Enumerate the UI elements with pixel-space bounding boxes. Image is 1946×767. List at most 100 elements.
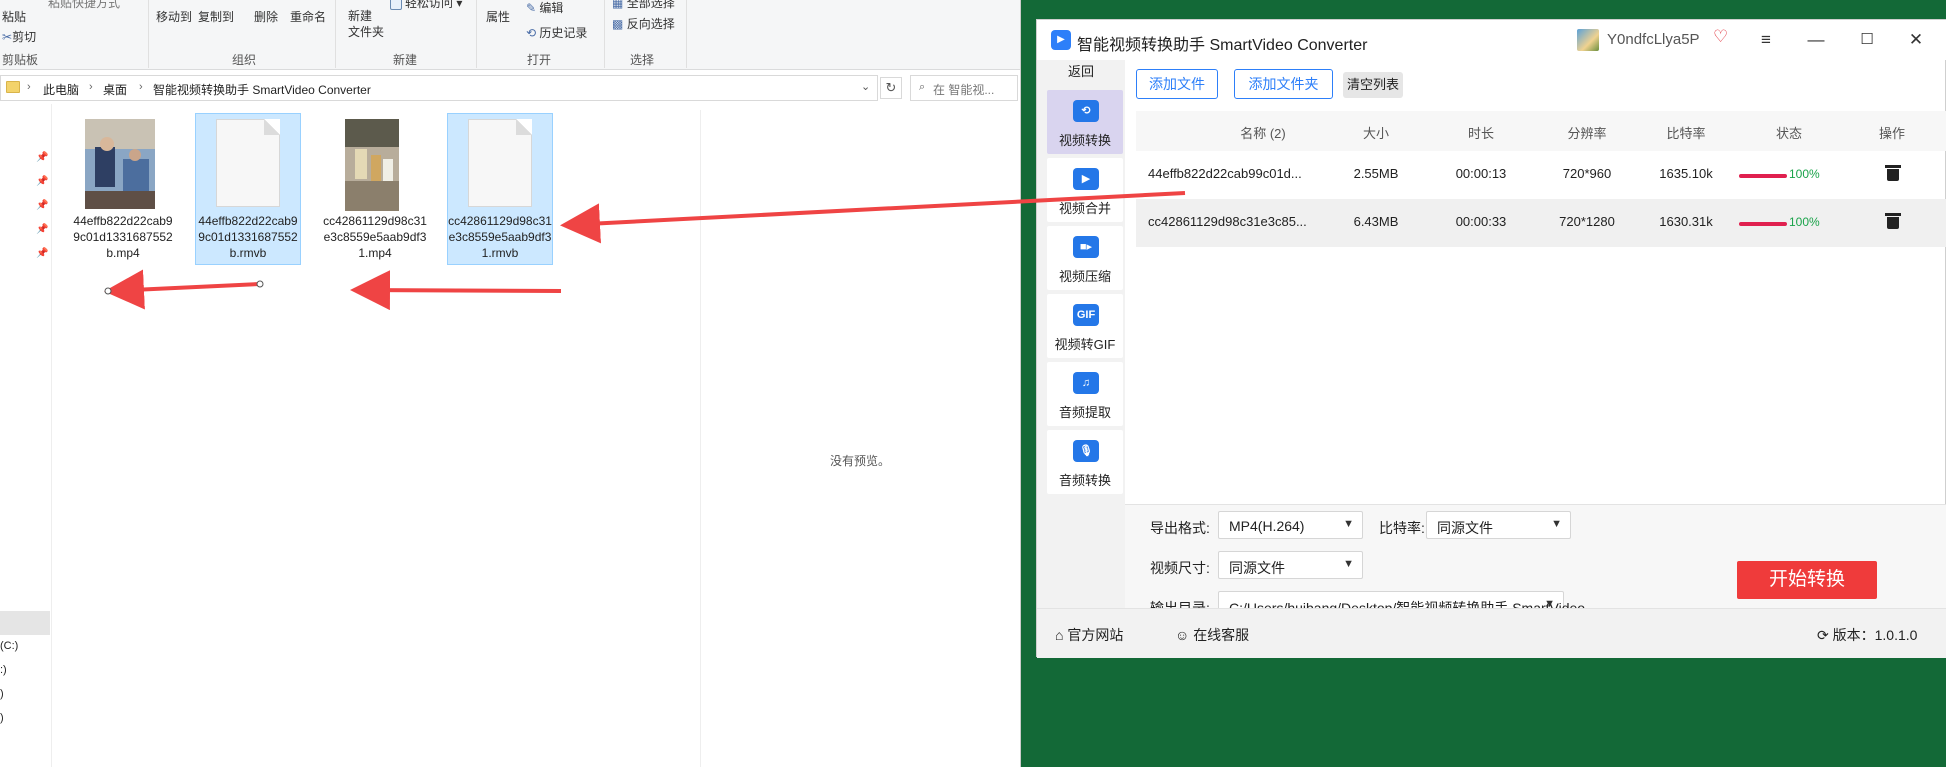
video-compress-icon: ■▸ [1073,236,1099,258]
file-item[interactable]: 44effb822d22cab99c01d1331687552b.mp4 [70,113,176,265]
preview-pane-divider [700,110,701,767]
clear-list-button[interactable]: 清空列表 [1343,72,1403,98]
caret-down-icon: ▼ [1551,518,1562,530]
progress-bar [1739,174,1787,178]
sidebar-item-label: 视频压缩 [1058,269,1111,284]
official-website-link[interactable]: ⌂ 官方网站 [1055,625,1123,645]
properties-button[interactable]: 属性 [486,8,510,25]
breadcrumb-this-pc[interactable]: 此电脑 [43,81,79,98]
select-all-button[interactable]: ▦ 全部选择 [612,0,675,11]
nav-item-selected[interactable] [0,611,50,635]
cell-name: cc42861129d98c31e3c85... [1148,214,1307,229]
music-note-icon: ♫ [1073,372,1099,394]
status-bar: ⌂ 官方网站 ☺ 在线客服 ⟳ 版本：1.0.1.0 [1037,608,1946,658]
invert-selection-icon: ▩ [612,17,624,31]
file-name: 44effb822d22cab99c01d1331687552b.mp4 [73,214,173,260]
headset-icon: ☺ [1175,627,1190,643]
cell-bitrate: 1630.31k [1659,214,1713,229]
home-icon: ⌂ [1055,627,1064,643]
sidebar-item-audio-extract[interactable]: ♫ 音频提取 [1047,362,1123,426]
invert-selection-button[interactable]: ▩ 反向选择 [612,15,675,32]
username[interactable]: Y0ndfcLlya5P [1607,31,1700,48]
nav-drive[interactable]: ) [0,712,4,724]
pin-icon: 📌 [36,248,49,259]
refresh-icon: ⟳ [1817,627,1829,643]
copy-to-button[interactable]: 复制到 [198,8,234,25]
edit-button[interactable]: ✎ 编辑 [526,0,563,16]
format-select[interactable]: MP4(H.264) ▼ [1218,511,1363,539]
delete-button[interactable]: 删除 [254,8,278,25]
file-item[interactable]: 44effb822d22cab99c01d1331687552b.rmvb [195,113,301,265]
address-bar[interactable]: › 此电脑 › 桌面 › 智能视频转换助手 SmartVideo Convert… [0,75,878,101]
menu-icon[interactable]: ≡ [1754,28,1778,52]
file-item[interactable]: cc42861129d98c31e3c8559e5aab9df31.rmvb [447,113,553,265]
column-header-duration[interactable]: 时长 [1441,123,1521,142]
title-bar: ▶ 智能视频转换助手 SmartVideo Converter Y0ndfcLl… [1037,20,1946,60]
maximize-button[interactable]: ☐ [1855,28,1879,52]
search-placeholder: 在 智能视... [933,83,995,97]
chevron-right-icon: › [89,81,93,93]
no-preview-text: 没有预览。 [830,454,891,468]
chevron-down-icon[interactable]: ⌄ [861,80,870,93]
video-thumbnail [345,119,399,211]
pin-icon: 📌 [36,200,49,211]
file-item[interactable]: cc42861129d98c31e3c8559e5aab9df31.mp4 [322,113,428,265]
version-info[interactable]: ⟳ 版本：1.0.1.0 [1817,625,1917,645]
trash-icon[interactable] [1885,165,1901,181]
table-row[interactable]: 44effb822d22cab99c01d... 2.55MB 00:00:13… [1136,151,1946,199]
column-header-name[interactable]: 名称 (2) [1198,123,1328,142]
column-header-size[interactable]: 大小 [1336,123,1416,142]
back-button[interactable]: 返回 [1037,60,1125,84]
ribbon-divider [148,0,149,68]
add-folder-button[interactable]: 添加文件夹 [1234,69,1333,99]
sidebar-item-video-convert[interactable]: ⟲ 视频转换 [1047,90,1123,154]
column-header-action: 操作 [1878,126,1905,141]
breadcrumb-current-folder[interactable]: 智能视频转换助手 SmartVideo Converter [153,81,371,98]
start-convert-button[interactable]: 开始转换 [1737,561,1877,599]
cell-size: 6.43MB [1353,214,1399,229]
avatar[interactable] [1577,29,1599,51]
vip-heart-icon[interactable]: ♡ [1713,27,1728,47]
easy-access-button[interactable]: 轻松访问 ▾ [390,0,462,11]
history-button[interactable]: ⟲ 历史记录 [526,24,587,41]
rename-button[interactable]: 重命名 [290,8,326,25]
online-support-link[interactable]: ☺ 在线客服 [1175,625,1249,645]
column-header-resolution[interactable]: 分辨率 [1547,123,1627,142]
nav-drive[interactable]: :) [0,664,7,676]
nav-drive-c[interactable]: (C:) [0,640,18,652]
sidebar-item-video-to-gif[interactable]: GIF 视频转GIF [1047,294,1123,358]
pin-icon: 📌 [36,152,49,163]
table-row[interactable]: cc42861129d98c31e3c85... 6.43MB 00:00:33… [1136,199,1946,247]
video-size-select[interactable]: 同源文件 ▼ [1218,551,1363,579]
minimize-button[interactable]: — [1804,28,1828,52]
breadcrumb-desktop[interactable]: 桌面 [103,81,127,98]
new-folder-button[interactable]: 新建 文件夹 [348,8,384,40]
nav-drive[interactable]: ) [0,688,4,700]
refresh-button[interactable]: ↻ [880,77,902,99]
cut-button[interactable]: ✂剪切 [2,28,36,45]
video-thumbnail [85,119,155,209]
scissors-icon: ✂ [2,30,13,44]
sidebar-item-video-compress[interactable]: ■▸ 视频压缩 [1047,226,1123,290]
bitrate-select[interactable]: 同源文件 ▼ [1426,511,1571,539]
sidebar-item-video-merge[interactable]: ▶ 视频合并 [1047,158,1123,222]
column-header-status[interactable]: 状态 [1759,123,1819,142]
close-button[interactable]: ✕ [1904,28,1928,52]
pin-icon: 📌 [36,176,49,187]
clipboard-group-label: 剪贴板 [2,53,39,67]
screen: 粘贴快捷方式 粘贴 ✂剪切 剪贴板 移动到 复制到 删除 重命名 组织 新建 文… [0,0,1946,767]
format-label: 导出格式: [1150,520,1210,536]
search-input[interactable]: ⌕ 在 智能视... [910,75,1018,101]
add-file-button[interactable]: 添加文件 [1136,69,1218,99]
paste-button[interactable]: 粘贴 [2,8,26,25]
status-percent: 100% [1789,167,1820,181]
microphone-icon: 🎙 [1073,440,1099,462]
trash-icon[interactable] [1885,213,1901,229]
table-header: 名称 (2) 大小 时长 分辨率 比特率 状态 操作 [1136,111,1946,151]
cell-name: 44effb822d22cab99c01d... [1148,166,1302,181]
paste-shortcut-button[interactable]: 粘贴快捷方式 [48,0,120,11]
file-name: 44effb822d22cab99c01d1331687552b.rmvb [198,214,298,260]
sidebar-item-audio-convert[interactable]: 🎙 音频转换 [1047,430,1123,494]
column-header-bitrate[interactable]: 比特率 [1646,123,1726,142]
move-to-button[interactable]: 移动到 [156,8,192,25]
